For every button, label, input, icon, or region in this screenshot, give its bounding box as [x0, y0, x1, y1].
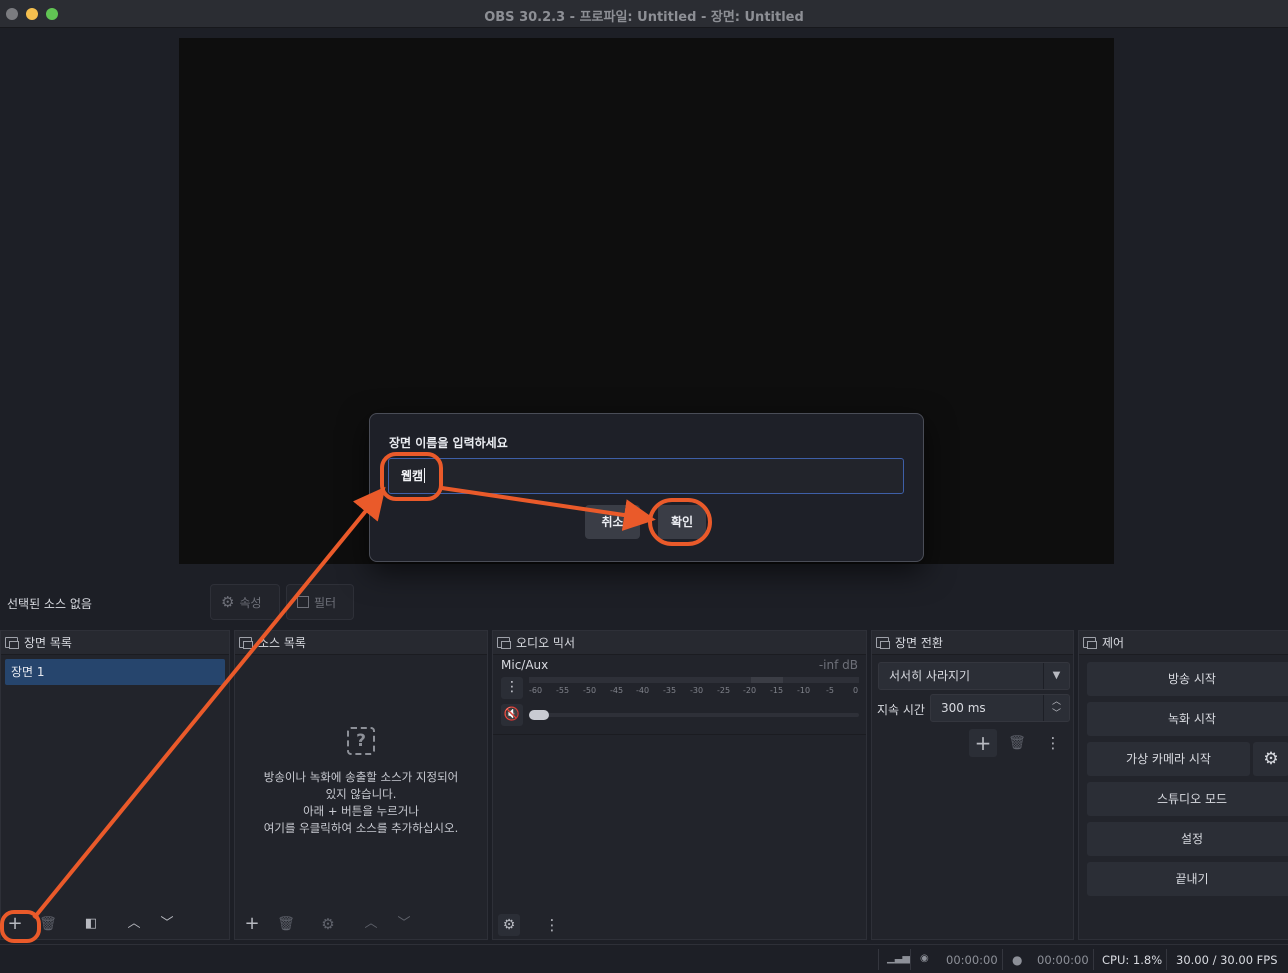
add-source-button[interactable]: + — [241, 913, 263, 935]
sources-title: 소스 목록 — [258, 636, 306, 650]
volume-slider[interactable] — [529, 710, 859, 720]
dock-undock-icon[interactable] — [239, 637, 253, 649]
mixer-menu-icon[interactable]: ⋮ — [541, 914, 563, 936]
question-icon: ? — [347, 727, 375, 755]
record-status-icon: ● — [1012, 953, 1023, 967]
move-scene-down-icon[interactable]: ﹀ — [156, 913, 178, 935]
dock-undock-icon[interactable] — [5, 637, 19, 649]
remove-transition-trash-icon[interactable]: 🗑 — [1006, 732, 1028, 754]
title-bar: OBS 30.2.3 - 프로파일: Untitled - 장면: Untitl… — [0, 0, 1288, 28]
scenes-dock: 장면 목록 장면 1 + 🗑 ◧ ︿ ﹀ — [0, 630, 230, 940]
duration-label: 지속 시간 — [877, 703, 925, 717]
virtual-camera-settings-gear-icon[interactable]: ⚙ — [1253, 742, 1288, 776]
audio-mixer-dock: 오디오 믹서 Mic/Aux -inf dB ⋮ 🔇 -60 -55 -50 -… — [492, 630, 867, 940]
channel-name: Mic/Aux — [501, 658, 549, 672]
filters-button[interactable]: 필터 — [286, 584, 354, 620]
channel-menu-icon[interactable]: ⋮ — [501, 677, 523, 699]
meter-scale: -60 -55 -50 -45 -40 -35 -30 -25 -20 -15 … — [529, 686, 859, 695]
scenes-title: 장면 목록 — [24, 636, 72, 650]
cpu-usage: CPU: 1.8% — [1102, 953, 1163, 967]
filter-icon — [297, 596, 309, 608]
highlight-add-scene — [0, 910, 41, 943]
dock-undock-icon[interactable] — [1083, 637, 1097, 649]
spin-arrows-icon[interactable]: ︿ ﹀ — [1043, 695, 1069, 721]
mixer-channel: Mic/Aux -inf dB ⋮ 🔇 -60 -55 -50 -45 -40 … — [493, 655, 866, 735]
scenes-dock-header: 장면 목록 — [1, 631, 229, 655]
highlight-name-input — [380, 452, 443, 501]
volume-meter — [529, 677, 859, 683]
chevron-down-icon: ▼ — [1043, 663, 1069, 689]
network-signal-icon: ▁▃▅ — [887, 953, 911, 964]
sources-dock-header: 소스 목록 — [235, 631, 487, 655]
scene-item[interactable]: 장면 1 — [5, 659, 225, 685]
move-scene-up-icon[interactable]: ︿ — [123, 913, 145, 935]
sources-dock: 소스 목록 ? 방송이나 녹화에 송출할 소스가 지정되어 있지 않습니다. 아… — [234, 630, 488, 940]
audio-mixer-header: 오디오 믹서 — [493, 631, 866, 655]
mixer-title: 오디오 믹서 — [516, 636, 576, 650]
fps-readout: 30.00 / 30.00 FPS — [1176, 953, 1278, 967]
channel-level: -inf dB — [818, 658, 858, 672]
mute-speaker-icon[interactable]: 🔇 — [501, 704, 523, 726]
dialog-prompt: 장면 이름을 입력하세요 — [389, 436, 508, 450]
settings-button[interactable]: 설정 — [1087, 822, 1288, 856]
stream-time: 00:00:00 — [946, 953, 998, 967]
window-title: OBS 30.2.3 - 프로파일: Untitled - 장면: Untitl… — [484, 10, 804, 25]
stream-status-icon: ◉ — [920, 953, 929, 964]
move-source-down-icon[interactable]: ﹀ — [393, 913, 415, 935]
transitions-title: 장면 전환 — [895, 636, 943, 650]
record-time: 00:00:00 — [1037, 953, 1089, 967]
scene-name-dialog: 장면 이름을 입력하세요 웹캠 취소 확인 — [369, 413, 924, 562]
scene-name-input[interactable]: 웹캠 — [388, 458, 904, 494]
highlight-ok-button — [648, 498, 712, 546]
source-properties-gear-icon[interactable]: ⚙ — [317, 913, 339, 935]
source-toolbar: 선택된 소스 없음 ⚙ 속성 필터 — [0, 578, 1288, 626]
transitions-header: 장면 전환 — [872, 631, 1073, 655]
controls-title: 제어 — [1102, 636, 1125, 650]
transition-select[interactable]: 서서히 사라지기 ▼ — [878, 662, 1070, 690]
start-streaming-button[interactable]: 방송 시작 — [1087, 662, 1288, 696]
remove-source-trash-icon[interactable]: 🗑 — [275, 913, 297, 935]
cancel-button[interactable]: 취소 — [585, 505, 640, 539]
no-source-label: 선택된 소스 없음 — [7, 597, 92, 611]
status-bar: ▁▃▅ ◉ 00:00:00 ● 00:00:00 CPU: 1.8% 30.0… — [0, 944, 1288, 973]
sources-empty-state[interactable]: ? 방송이나 녹화에 송출할 소스가 지정되어 있지 않습니다. 아래 + 버튼… — [235, 727, 487, 837]
start-recording-button[interactable]: 녹화 시작 — [1087, 702, 1288, 736]
scene-filters-icon[interactable]: ◧ — [80, 913, 102, 935]
controls-dock: 제어 방송 시작 녹화 시작 가상 카메라 시작 ⚙ 스튜디오 모드 설정 끝내… — [1078, 630, 1288, 940]
properties-button[interactable]: ⚙ 속성 — [210, 584, 280, 620]
dock-undock-icon[interactable] — [497, 637, 511, 649]
duration-spinbox[interactable]: 300 ms ︿ ﹀ — [930, 694, 1070, 722]
exit-button[interactable]: 끝내기 — [1087, 862, 1288, 896]
move-source-up-icon[interactable]: ︿ — [360, 913, 382, 935]
volume-slider-handle[interactable] — [529, 710, 549, 720]
controls-header: 제어 — [1079, 631, 1288, 655]
transitions-dock: 장면 전환 서서히 사라지기 ▼ 지속 시간 300 ms ︿ ﹀ + 🗑 ⋮ — [871, 630, 1074, 940]
studio-mode-button[interactable]: 스튜디오 모드 — [1087, 782, 1288, 816]
dock-undock-icon[interactable] — [876, 637, 890, 649]
advanced-audio-gear-icon[interactable]: ⚙ — [498, 914, 520, 936]
gear-icon: ⚙ — [221, 593, 235, 611]
start-virtual-camera-button[interactable]: 가상 카메라 시작 — [1087, 742, 1250, 776]
transition-menu-icon[interactable]: ⋮ — [1042, 732, 1064, 754]
add-transition-button[interactable]: + — [969, 729, 997, 757]
